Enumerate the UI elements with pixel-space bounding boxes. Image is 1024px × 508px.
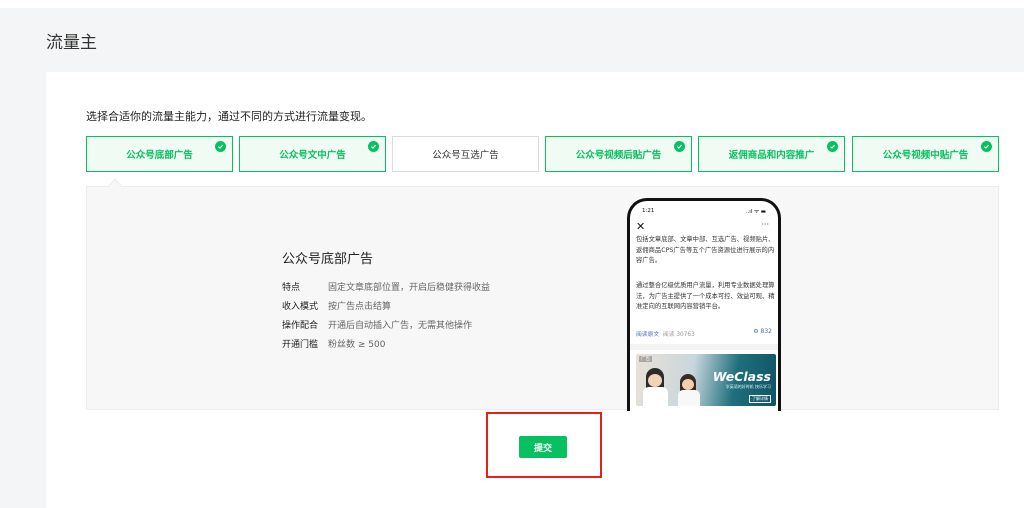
tab-video-mid-roll-ad[interactable]: 公众号视频中贴广告 bbox=[852, 136, 999, 172]
check-icon bbox=[981, 141, 992, 152]
ad-type-tabs: 公众号底部广告 公众号文中广告 公众号互选广告 公众号视频后贴广告 返佣商品和内… bbox=[86, 136, 1001, 172]
read-count: 阅读 30763 bbox=[662, 332, 695, 338]
article-paragraph: 包括文章底部、文章中部、互选广告、视频贴片、返佣商品CPS广告等五个广告资源位进… bbox=[636, 236, 775, 264]
tab-pointer-caret bbox=[108, 178, 122, 187]
like-number: 832 bbox=[760, 328, 772, 335]
ad-image: 广告 WeClass 学英语的好时机 快乐学习 了解详情 bbox=[636, 354, 776, 406]
article-paragraph: 通过整合亿级优质用户流量，利用专业数据处理算法，为广告主提供了一个成本可控、效益… bbox=[636, 282, 775, 310]
detail-row: 开通门槛 粉丝数 ≥ 500 bbox=[282, 334, 490, 353]
read-more-link: 阅读原文 bbox=[636, 332, 660, 338]
tab-label: 返佣商品和内容推广 bbox=[728, 150, 815, 161]
tab-label: 公众号互选广告 bbox=[432, 150, 499, 161]
signal-battery-icon: ..ıl ᯤ ▬ bbox=[745, 209, 766, 215]
detail-value: 按广告点击结算 bbox=[328, 302, 392, 312]
detail-panel: 公众号底部广告 特点 固定文章底部位置，开启后稳健获得收益 收入模式 按广告点击… bbox=[86, 186, 999, 411]
ad-slogan: 学英语的好时机 快乐学习 bbox=[725, 384, 771, 389]
shirt-shape bbox=[643, 387, 668, 406]
shirt-shape bbox=[678, 390, 700, 406]
detail-key: 操作配合 bbox=[282, 321, 319, 331]
face-shape bbox=[648, 374, 662, 387]
face-shape bbox=[682, 379, 694, 390]
tab-label: 公众号视频中贴广告 bbox=[882, 150, 969, 161]
ad-label: 广告 bbox=[639, 356, 652, 362]
ad-cta: 了解详情 bbox=[749, 395, 771, 403]
content-card: 选择合适你的流量主能力，通过不同的方式进行流量变现。 公众号底部广告 公众号文中… bbox=[46, 72, 1024, 508]
detail-row: 操作配合 开通后自动插入广告，无需其他操作 bbox=[282, 315, 490, 334]
article-meta: 阅读原文 阅读 30763 bbox=[636, 329, 695, 338]
tab-label: 公众号文中广告 bbox=[279, 150, 346, 161]
check-icon bbox=[368, 141, 379, 152]
detail-value: 粉丝数 ≥ 500 bbox=[328, 340, 386, 350]
divider bbox=[630, 344, 778, 350]
highlight-box: 提交 bbox=[486, 412, 602, 478]
tab-video-post-roll-ad[interactable]: 公众号视频后贴广告 bbox=[545, 136, 692, 172]
detail-value: 固定文章底部位置，开启后稳健获得收益 bbox=[328, 283, 491, 293]
tab-bottom-ad[interactable]: 公众号底部广告 bbox=[86, 136, 233, 172]
top-bar bbox=[0, 0, 1024, 8]
detail-title: 公众号底部广告 bbox=[282, 252, 374, 267]
more-icon: ··· bbox=[761, 220, 769, 229]
check-icon bbox=[674, 141, 685, 152]
page-title: 流量主 bbox=[46, 33, 97, 53]
intro-text: 选择合适你的流量主能力，通过不同的方式进行流量变现。 bbox=[86, 110, 372, 123]
tab-in-article-ad[interactable]: 公众号文中广告 bbox=[239, 136, 386, 172]
tab-label: 公众号底部广告 bbox=[126, 150, 193, 161]
submit-button[interactable]: 提交 bbox=[519, 436, 567, 458]
close-icon: ✕ bbox=[636, 220, 646, 233]
detail-row: 收入模式 按广告点击结算 bbox=[282, 296, 490, 315]
detail-key: 收入模式 bbox=[282, 302, 319, 312]
gear-like-icon: ⚙ bbox=[753, 328, 759, 335]
detail-row: 特点 固定文章底部位置，开启后稳健获得收益 bbox=[282, 277, 490, 296]
tab-commission-promotion[interactable]: 返佣商品和内容推广 bbox=[698, 136, 845, 172]
detail-value: 开通后自动插入广告，无需其他操作 bbox=[328, 321, 473, 331]
check-icon bbox=[827, 141, 838, 152]
tab-label: 公众号视频后贴广告 bbox=[575, 150, 662, 161]
phone-preview: 1:21 ..ıl ᯤ ▬ ✕ ··· 包括文章底部、文章中部、互选广告、视频贴… bbox=[627, 198, 781, 411]
check-icon bbox=[215, 141, 226, 152]
detail-rows: 特点 固定文章底部位置，开启后稳健获得收益 收入模式 按广告点击结算 操作配合 … bbox=[282, 277, 490, 353]
detail-key: 开通门槛 bbox=[282, 340, 319, 350]
phone-time: 1:21 bbox=[642, 208, 655, 214]
tab-mutual-select-ad[interactable]: 公众号互选广告 bbox=[392, 136, 539, 172]
detail-key: 特点 bbox=[282, 283, 301, 293]
ad-brand: WeClass bbox=[712, 369, 771, 384]
like-count: ⚙ 832 bbox=[753, 328, 772, 335]
